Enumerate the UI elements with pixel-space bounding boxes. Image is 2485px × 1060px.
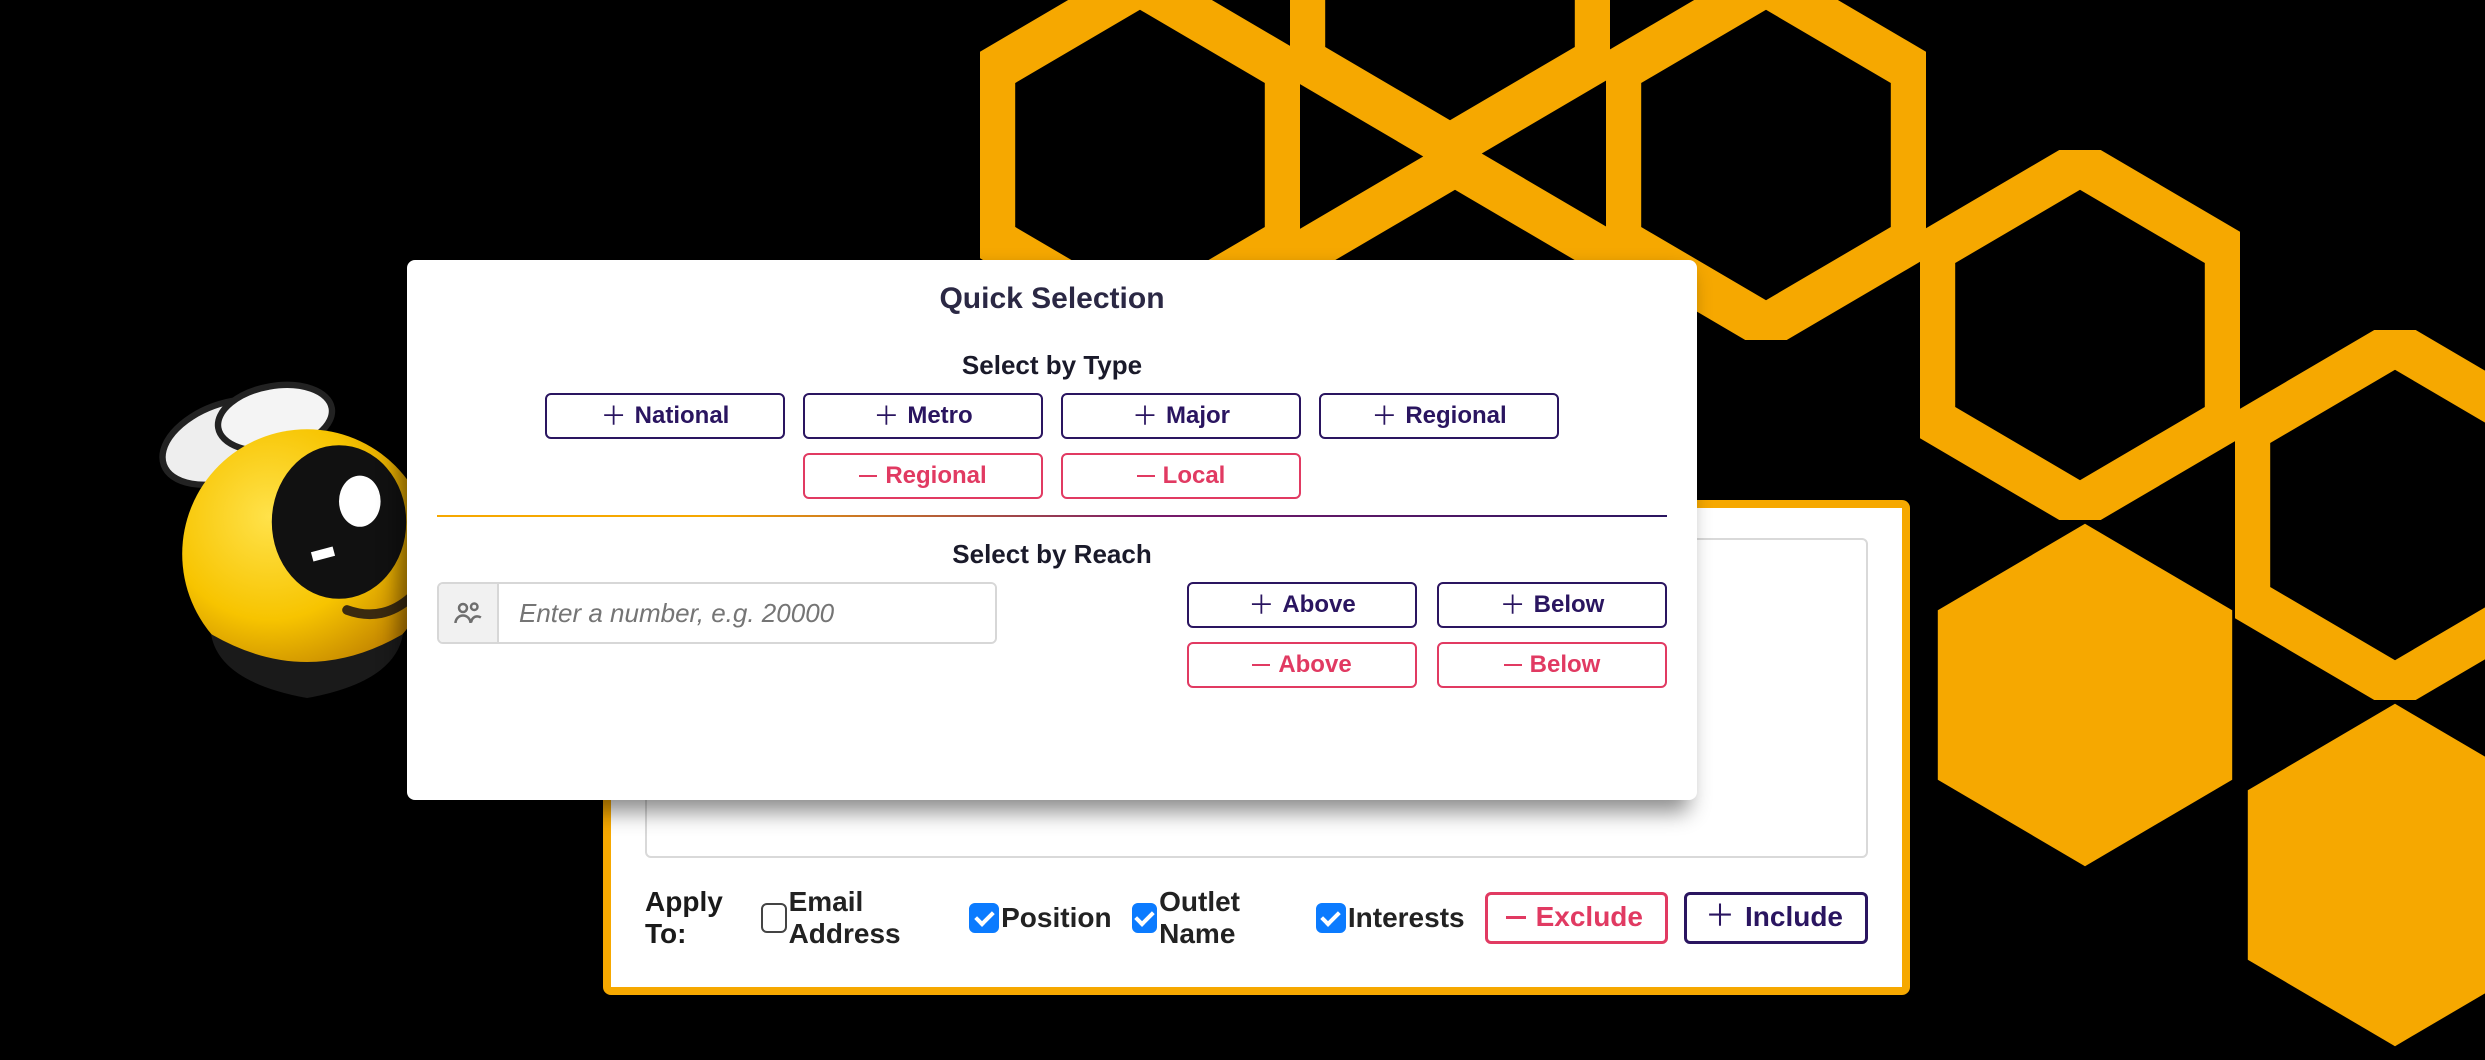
- reach-remove-above[interactable]: Above: [1187, 642, 1417, 688]
- button-label: Below: [1534, 591, 1605, 619]
- type-add-major[interactable]: ＋ Major: [1061, 393, 1301, 439]
- reach-add-row: ＋ Above ＋ Below: [1187, 582, 1667, 628]
- hexagon-decor: [1290, 0, 1610, 160]
- checkbox-label: Email Address: [789, 886, 950, 950]
- quick-selection-card: Quick Selection Select by Type ＋ National…: [407, 260, 1697, 800]
- reach-number-input[interactable]: [499, 584, 995, 642]
- type-add-regional[interactable]: ＋ Regional: [1319, 393, 1559, 439]
- include-button[interactable]: ＋ Include: [1684, 892, 1868, 944]
- hexagon-decor: [1920, 150, 2240, 520]
- reach-remove-row: Above Below: [1187, 642, 1667, 688]
- type-remove-local[interactable]: Local: [1061, 453, 1301, 499]
- checkbox-label: Position: [1001, 902, 1111, 934]
- button-label: Regional: [885, 462, 986, 490]
- hexagon-decor: [2235, 330, 2485, 700]
- plus-icon: ＋: [1371, 403, 1397, 429]
- type-add-metro[interactable]: ＋ Metro: [803, 393, 1043, 439]
- button-label: Above: [1278, 651, 1351, 679]
- plus-icon: ＋: [1132, 403, 1158, 429]
- select-by-reach-heading: Select by Reach: [437, 539, 1667, 570]
- checkbox-interests[interactable]: Interests: [1316, 902, 1465, 934]
- reach-remove-below[interactable]: Below: [1437, 642, 1667, 688]
- minus-icon: [1504, 664, 1522, 667]
- type-remove-row: Regional Local: [437, 453, 1667, 499]
- plus-icon: ＋: [1500, 592, 1526, 618]
- button-label: Exclude: [1536, 901, 1643, 933]
- button-label: Regional: [1405, 402, 1506, 430]
- plus-icon: ＋: [601, 403, 627, 429]
- button-label: Local: [1163, 462, 1226, 490]
- button-label: Below: [1530, 651, 1601, 679]
- reach-add-above[interactable]: ＋ Above: [1187, 582, 1417, 628]
- checkbox-icon: [1132, 903, 1158, 933]
- divider: [437, 515, 1667, 517]
- checkbox-label: Interests: [1348, 902, 1465, 934]
- minus-icon: [1252, 664, 1270, 667]
- apply-to-label: Apply To:: [645, 886, 751, 950]
- reach-input-group: [437, 582, 997, 644]
- checkbox-label: Outlet Name: [1159, 886, 1296, 950]
- button-label: Metro: [907, 402, 972, 430]
- reach-add-below[interactable]: ＋ Below: [1437, 582, 1667, 628]
- button-label: Above: [1282, 591, 1355, 619]
- minus-icon: [1137, 475, 1155, 478]
- button-label: National: [635, 402, 730, 430]
- minus-icon: [859, 475, 877, 478]
- plus-icon: ＋: [873, 403, 899, 429]
- checkbox-icon: [969, 903, 999, 933]
- type-remove-regional[interactable]: Regional: [803, 453, 1043, 499]
- type-add-national[interactable]: ＋ National: [545, 393, 785, 439]
- people-icon: [439, 584, 499, 642]
- hexagon-decor: [1925, 510, 2245, 880]
- button-label: Include: [1745, 901, 1843, 933]
- checkbox-position[interactable]: Position: [969, 902, 1111, 934]
- checkbox-outlet-name[interactable]: Outlet Name: [1132, 886, 1296, 950]
- hexagon-decor: [2235, 690, 2485, 1060]
- card-title: Quick Selection: [437, 282, 1667, 316]
- button-label: Major: [1166, 402, 1230, 430]
- select-by-type-heading: Select by Type: [437, 350, 1667, 381]
- checkbox-icon: [761, 903, 787, 933]
- checkbox-email-address[interactable]: Email Address: [761, 886, 949, 950]
- type-add-row: ＋ National ＋ Metro ＋ Major ＋ Regional: [437, 393, 1667, 439]
- apply-row: Apply To: Email Address Position Outlet …: [645, 886, 1868, 950]
- exclude-button[interactable]: Exclude: [1485, 892, 1668, 944]
- plus-icon: ＋: [1705, 902, 1735, 932]
- plus-icon: ＋: [1248, 592, 1274, 618]
- minus-icon: [1506, 916, 1526, 919]
- checkbox-icon: [1316, 903, 1346, 933]
